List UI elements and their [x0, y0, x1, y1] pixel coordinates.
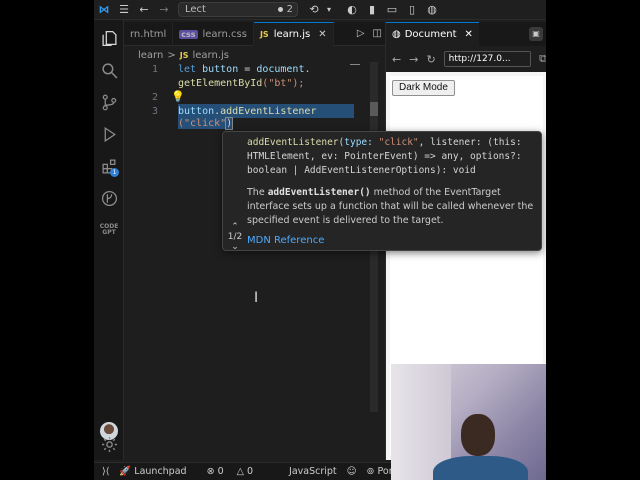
url-input[interactable]: http://127.0...	[443, 51, 532, 67]
code-editor[interactable]: 1 let button = document. getElementById(…	[124, 62, 376, 460]
explorer-icon[interactable]	[94, 24, 124, 52]
layout-icon[interactable]: ◐	[342, 0, 362, 20]
tab-label: rn.html	[130, 28, 167, 40]
tab-label: learn.css	[202, 28, 247, 40]
code-line: let button = document.	[178, 64, 311, 75]
split-editor-icon[interactable]: ◫	[373, 28, 382, 39]
breadcrumb-file[interactable]: learn.js	[192, 50, 229, 61]
lightbulb-icon[interactable]: 💡	[171, 90, 185, 103]
line-number: 2	[151, 92, 158, 103]
line-number: 1	[151, 64, 158, 75]
command-center-search[interactable]: Lect 2	[178, 2, 298, 17]
js-file-icon: JS	[179, 50, 189, 60]
tab-js[interactable]: JS learn.js ✕	[253, 22, 334, 46]
close-tab-icon[interactable]: ✕	[318, 29, 326, 40]
back-arrow-icon[interactable]: ←	[134, 0, 154, 20]
dark-mode-button[interactable]: Dark Mode	[392, 80, 455, 96]
open-external-icon[interactable]: ⧉	[539, 52, 546, 66]
extensions-icon[interactable]: 1	[94, 152, 124, 180]
text-cursor-icon: I	[254, 290, 259, 306]
code-line-wrap: getElementById("bt");	[178, 78, 305, 89]
editor-tabs: rn.html css learn.css JS learn.js ✕ ▷ ◫	[124, 22, 386, 46]
code-line: button.addEventListener	[178, 104, 354, 118]
run-icon[interactable]: ▷	[357, 28, 365, 39]
close-tab-icon[interactable]: ✕	[465, 29, 473, 40]
breadcrumb: learn > JS learn.js	[138, 47, 229, 63]
settings-gear-icon[interactable]	[94, 430, 124, 458]
panel-right-icon[interactable]: ▯	[402, 0, 422, 20]
browser-tab[interactable]: ◍ Document ✕	[386, 22, 479, 46]
codegpt-icon[interactable]: CODE GPT	[94, 216, 124, 244]
source-control-icon[interactable]	[94, 88, 124, 116]
search-text: Lect	[185, 4, 206, 15]
panel-left-icon[interactable]: ▮	[362, 0, 382, 20]
forward-arrow-icon[interactable]: →	[409, 53, 418, 66]
css-file-icon: css	[179, 29, 198, 39]
run-debug-icon[interactable]	[94, 120, 124, 148]
copilot-status-icon[interactable]: ☺	[347, 466, 357, 477]
browser-navbar: ← → ↻ http://127.0... ⧉	[386, 46, 546, 72]
scrollbar-thumb[interactable]	[370, 102, 378, 116]
webcam-overlay	[391, 364, 546, 480]
unsaved-dot-icon	[278, 7, 283, 12]
minimap	[350, 64, 360, 65]
launchpad-item[interactable]: 🚀 Launchpad	[119, 466, 196, 477]
reload-icon[interactable]: ↻	[426, 53, 435, 66]
webcam-person	[461, 414, 495, 456]
vscode-logo-icon: ⋈	[98, 3, 110, 16]
overload-nav[interactable]: ⌃ 1/2 ⌄	[225, 222, 245, 252]
back-arrow-icon[interactable]: ←	[392, 53, 401, 66]
globe-icon[interactable]: ◍	[422, 0, 442, 20]
webcam-person-body	[433, 456, 528, 480]
mdn-reference-link[interactable]: MDN Reference	[247, 235, 324, 246]
js-file-icon: JS	[259, 30, 269, 39]
activity-bar: 1 CODE GPT	[94, 20, 124, 460]
panel-bottom-icon[interactable]: ▭	[382, 0, 402, 20]
browser-tabbar: ◍ Document ✕ ▣	[386, 22, 546, 46]
globe-icon: ◍	[392, 29, 401, 40]
lock-icon[interactable]: ▣	[529, 27, 543, 41]
remote-icon[interactable]: ⟩⟨	[102, 466, 109, 477]
language-mode[interactable]: JavaScript	[289, 466, 337, 477]
tab-html[interactable]: rn.html	[124, 22, 174, 46]
browser-tab-label: Document	[404, 29, 457, 40]
breadcrumb-folder[interactable]: learn	[138, 50, 163, 61]
search-count: 2	[286, 4, 293, 15]
hover-tooltip: addEventListener(type: "click", listener…	[222, 131, 542, 252]
problems-item[interactable]: ⊗ 0 △ 0	[207, 466, 263, 477]
title-bar: ⋈ ☰ ← → Lect 2 ⟲ ▾ ◐ ▮ ▭ ▯ ◍	[94, 0, 546, 20]
chevron-down-icon[interactable]: ▾	[324, 0, 334, 20]
search-icon[interactable]	[94, 56, 124, 84]
forward-arrow-icon[interactable]: →	[154, 0, 174, 20]
code-line-wrap: ("click")	[178, 117, 234, 130]
tab-css[interactable]: css learn.css	[173, 22, 254, 46]
tab-actions: ▷ ◫	[357, 22, 386, 45]
copilot-icon[interactable]: ⟲	[304, 0, 324, 20]
menu-icon[interactable]: ☰	[114, 0, 134, 20]
line-number: 3	[151, 106, 158, 117]
hover-signature: addEventListener(type: "click", listener…	[247, 137, 522, 176]
hover-description: The addEventListener() method of the Eve…	[247, 187, 534, 226]
git-graph-icon[interactable]	[94, 184, 124, 212]
extensions-badge: 1	[110, 168, 119, 177]
tab-label: learn.js	[273, 29, 311, 40]
breadcrumb-separator: >	[167, 49, 176, 61]
